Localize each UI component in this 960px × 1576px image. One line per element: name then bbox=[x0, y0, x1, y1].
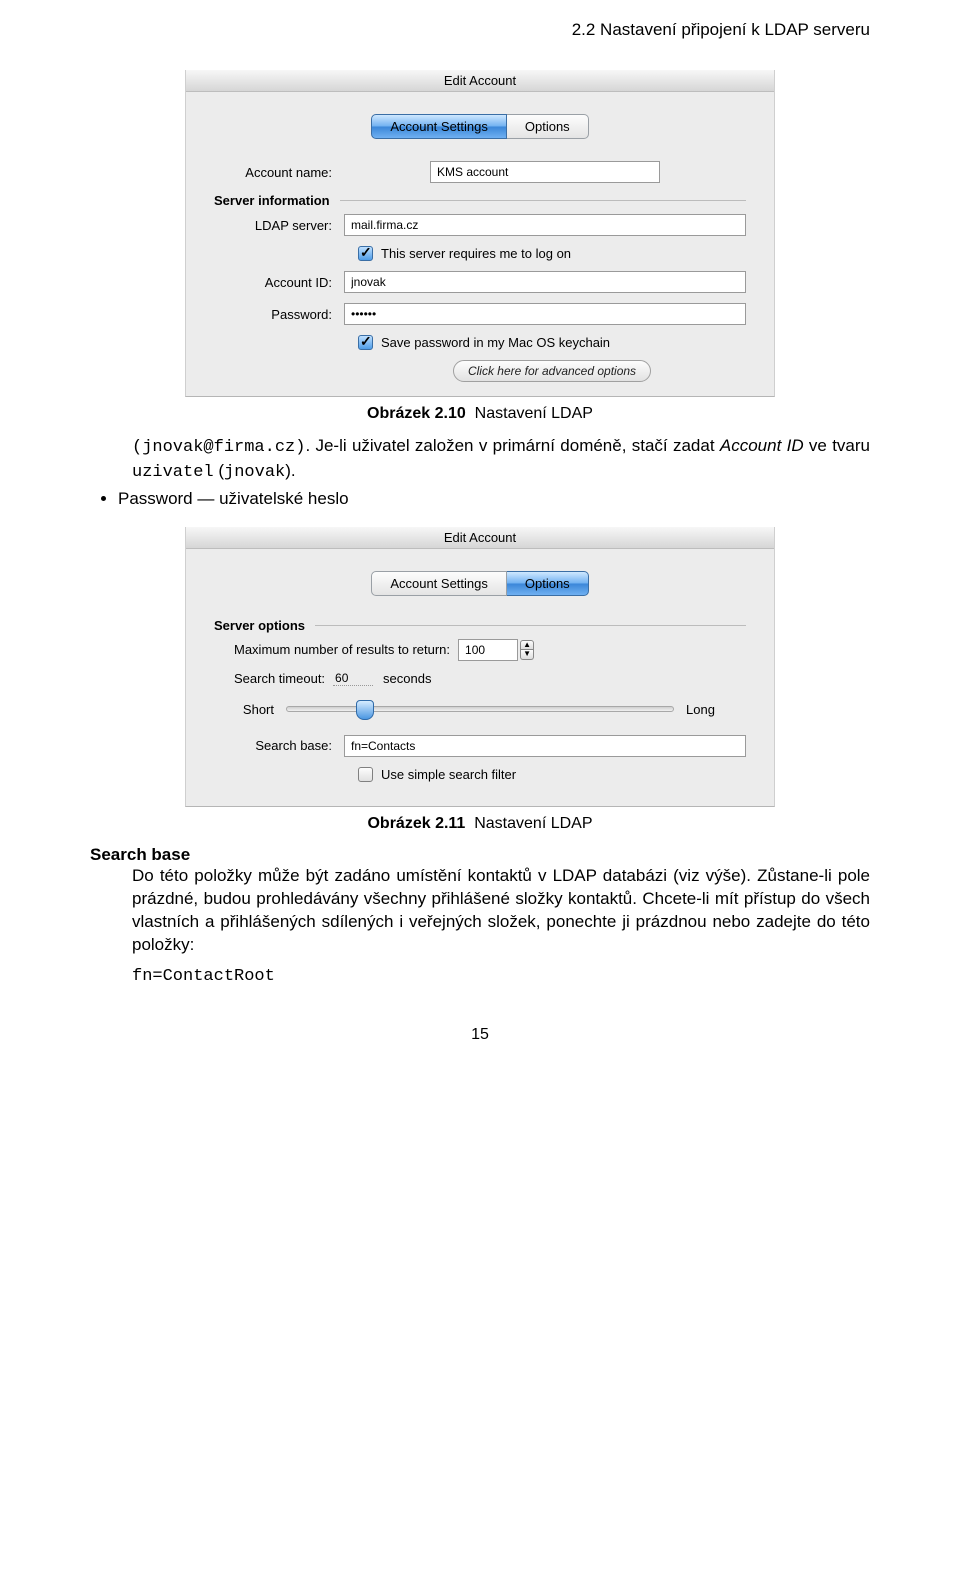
tab-account-settings[interactable]: Account Settings bbox=[371, 114, 507, 139]
ldap-server-input[interactable] bbox=[344, 214, 746, 236]
intro-paragraph: (jnovak@firma.cz). Je-li uživatel založe… bbox=[132, 435, 870, 485]
slider-label-short: Short bbox=[214, 702, 274, 717]
simple-filter-label: Use simple search filter bbox=[381, 767, 516, 782]
account-name-input[interactable] bbox=[430, 161, 660, 183]
figure-caption-2: Obrázek 2.11 Nastavení LDAP bbox=[90, 815, 870, 833]
window-title-2: Edit Account bbox=[186, 527, 774, 549]
save-keychain-checkbox[interactable] bbox=[358, 335, 373, 350]
label-ldap-server: LDAP server: bbox=[214, 218, 344, 233]
figure-caption-1: Obrázek 2.10 Nastavení LDAP bbox=[90, 405, 870, 423]
tab-options[interactable]: Options bbox=[507, 114, 589, 139]
tab-account-settings-2[interactable]: Account Settings bbox=[371, 571, 507, 596]
label-max-results: Maximum number of results to return: bbox=[234, 642, 450, 657]
label-search-timeout: Search timeout: bbox=[234, 671, 325, 686]
contact-root-code: fn=ContactRoot bbox=[132, 967, 870, 986]
tab-options-2[interactable]: Options bbox=[507, 571, 589, 596]
search-base-heading: Search base bbox=[90, 845, 870, 865]
stepper-down-icon[interactable]: ▼ bbox=[520, 650, 534, 660]
group-server-information: Server information bbox=[214, 193, 330, 208]
label-account-id: Account ID: bbox=[214, 275, 344, 290]
search-base-paragraph: Do této položky může být zadáno umístění… bbox=[132, 865, 870, 957]
group-server-options: Server options bbox=[214, 618, 305, 633]
separator-line bbox=[340, 200, 746, 201]
advanced-options-button[interactable]: Click here for advanced options bbox=[453, 360, 651, 382]
label-password: Password: bbox=[214, 307, 344, 322]
edit-account-panel-settings: Edit Account Account Settings Options Ac… bbox=[185, 70, 775, 397]
slider-thumb[interactable] bbox=[356, 700, 374, 720]
simple-filter-checkbox[interactable] bbox=[358, 767, 373, 782]
label-seconds: seconds bbox=[383, 671, 431, 686]
label-search-base: Search base: bbox=[214, 738, 344, 753]
tab-bar: Account Settings Options bbox=[214, 114, 746, 139]
search-timeout-input[interactable] bbox=[333, 671, 373, 686]
tab-bar-2: Account Settings Options bbox=[214, 571, 746, 596]
max-results-input[interactable] bbox=[458, 639, 518, 661]
save-keychain-label: Save password in my Mac OS keychain bbox=[381, 335, 610, 350]
password-input[interactable] bbox=[344, 303, 746, 325]
search-base-input[interactable] bbox=[344, 735, 746, 757]
window-title: Edit Account bbox=[186, 70, 774, 92]
page-number: 15 bbox=[90, 1026, 870, 1044]
account-id-input[interactable] bbox=[344, 271, 746, 293]
running-header: 2.2 Nastavení připojení k LDAP serveru bbox=[90, 20, 870, 40]
label-account-name: Account name: bbox=[214, 165, 344, 180]
separator-line-2 bbox=[315, 625, 746, 626]
edit-account-panel-options: Edit Account Account Settings Options Se… bbox=[185, 527, 775, 807]
timeout-slider[interactable] bbox=[286, 706, 674, 712]
slider-label-long: Long bbox=[686, 702, 746, 717]
requires-logon-checkbox[interactable] bbox=[358, 246, 373, 261]
requires-logon-label: This server requires me to log on bbox=[381, 246, 571, 261]
bullet-password: Password — uživatelské heslo bbox=[118, 489, 870, 509]
